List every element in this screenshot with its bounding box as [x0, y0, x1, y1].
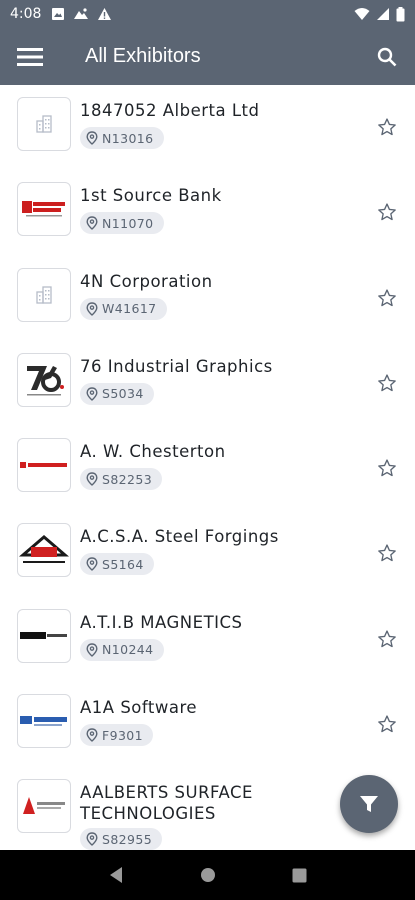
exhibitor-logo: [17, 182, 71, 237]
favorite-button[interactable]: [376, 201, 398, 223]
status-bar: 4:08: [0, 0, 415, 28]
booth-chip: N13016: [80, 127, 164, 149]
search-button[interactable]: [359, 28, 415, 85]
favorite-button[interactable]: [376, 628, 398, 650]
location-pin-icon: [86, 832, 98, 847]
star-outline-icon: [378, 630, 396, 647]
exhibitor-name: 1847052 Alberta Ltd: [80, 101, 260, 120]
location-pin-icon: [86, 557, 98, 572]
page-title: All Exhibitors: [85, 45, 201, 67]
booth-number: S5034: [102, 386, 144, 402]
star-outline-icon: [378, 374, 396, 392]
exhibitor-logo: [17, 438, 71, 493]
booth-chip: N11070: [80, 212, 164, 235]
exhibitor-row[interactable]: 4N Corporation W41617: [0, 256, 415, 341]
search-icon: [377, 47, 397, 66]
exhibitor-name: 76 Industrial Graphics: [80, 356, 273, 376]
booth-chip: F9301: [80, 724, 154, 747]
exhibitor-logo: [17, 352, 71, 407]
exhibitor-name: AALBERTS SURFACE TECHNOLOGIES: [80, 783, 253, 824]
star-outline-icon: [378, 203, 396, 221]
building-placeholder-icon: [36, 285, 52, 304]
1st-source-bank-logo: [22, 201, 65, 217]
location-pin-icon: [86, 216, 98, 231]
location-pin-icon: [86, 472, 98, 487]
warning-notification-icon: [98, 8, 112, 20]
chesterton-logo: [20, 462, 67, 469]
location-pin-icon: [86, 643, 98, 657]
filter-button[interactable]: [340, 775, 398, 833]
location-pin-icon: [86, 387, 98, 401]
booth-number: W41617: [102, 301, 157, 317]
exhibitor-row[interactable]: A.T.I.B MAGNETICS N10244: [0, 597, 415, 682]
image-notification-icon: [52, 8, 65, 20]
system-nav-bar: [0, 850, 415, 900]
star-outline-icon: [378, 715, 396, 733]
booth-chip: S5164: [80, 553, 154, 576]
star-outline-icon: [378, 459, 396, 477]
exhibitor-logo: [17, 267, 71, 322]
exhibitor-name: A. W. Chesterton: [80, 442, 226, 462]
exhibitor-list[interactable]: 1847052 Alberta Ltd N13016 1st Source Ba…: [0, 85, 415, 850]
exhibitor-row[interactable]: A. W. Chesterton S82253: [0, 426, 415, 511]
booth-number: N10244: [102, 642, 154, 658]
back-icon[interactable]: [108, 866, 124, 884]
app-bar: All Exhibitors: [0, 28, 415, 85]
favorite-button[interactable]: [376, 713, 398, 735]
booth-chip: S5034: [80, 382, 154, 405]
exhibitor-logo: [17, 523, 71, 578]
exhibitor-row[interactable]: A.C.S.A. Steel Forgings S5164: [0, 511, 415, 596]
76-industrial-graphics-logo: [27, 365, 64, 396]
star-outline-icon: [378, 289, 396, 306]
booth-chip: S82955: [80, 828, 163, 850]
star-outline-icon: [378, 118, 396, 136]
exhibitor-logo: [17, 608, 71, 663]
booth-number: S82955: [102, 831, 153, 847]
booth-number: S5164: [102, 556, 144, 572]
exhibitor-name: A.C.S.A. Steel Forgings: [80, 527, 279, 547]
booth-chip: W41617: [80, 297, 167, 320]
signal-icon: [377, 8, 389, 20]
wifi-icon: [354, 8, 370, 20]
favorite-button[interactable]: [376, 542, 398, 564]
exhibitor-row[interactable]: 76 Industrial Graphics S5034: [0, 341, 415, 426]
booth-number: N13016: [102, 130, 154, 146]
booth-number: F9301: [102, 727, 144, 743]
favorite-button[interactable]: [376, 457, 398, 479]
home-icon[interactable]: [200, 867, 216, 883]
photos-notification-icon: [74, 8, 89, 19]
building-placeholder-icon: [36, 115, 52, 133]
hamburger-menu-icon: [17, 47, 43, 66]
exhibitor-logo: [17, 694, 71, 749]
aalberts-logo: [23, 797, 65, 815]
acsa-logo: [19, 535, 69, 564]
exhibitor-logo: [17, 97, 71, 151]
location-pin-icon: [86, 728, 98, 742]
exhibitor-name: 1st Source Bank: [80, 186, 222, 206]
battery-icon: [396, 6, 405, 21]
filter-icon: [360, 796, 378, 812]
exhibitor-logo: [17, 779, 71, 834]
favorite-button[interactable]: [376, 116, 398, 138]
atib-logo: [20, 631, 67, 639]
recents-icon[interactable]: [292, 868, 307, 883]
exhibitor-name: 4N Corporation: [80, 271, 213, 291]
menu-button[interactable]: [0, 28, 60, 85]
exhibitor-name: A1A Software: [80, 698, 198, 718]
location-pin-icon: [86, 131, 98, 145]
location-pin-icon: [86, 301, 98, 316]
status-time: 4:08: [10, 6, 42, 22]
exhibitor-row[interactable]: A1A Software F9301: [0, 682, 415, 767]
booth-chip: S82253: [80, 468, 163, 491]
star-outline-icon: [378, 544, 396, 562]
booth-chip: N10244: [80, 638, 164, 661]
favorite-button[interactable]: [376, 372, 398, 394]
exhibitor-name: A.T.I.B MAGNETICS: [80, 612, 243, 632]
a1a-software-logo: [20, 716, 67, 727]
favorite-button[interactable]: [376, 287, 398, 309]
booth-number: N11070: [102, 215, 154, 231]
exhibitor-row[interactable]: 1847052 Alberta Ltd N13016: [0, 85, 415, 170]
exhibitor-row[interactable]: 1st Source Bank N11070: [0, 170, 415, 255]
booth-number: S82253: [102, 471, 153, 487]
